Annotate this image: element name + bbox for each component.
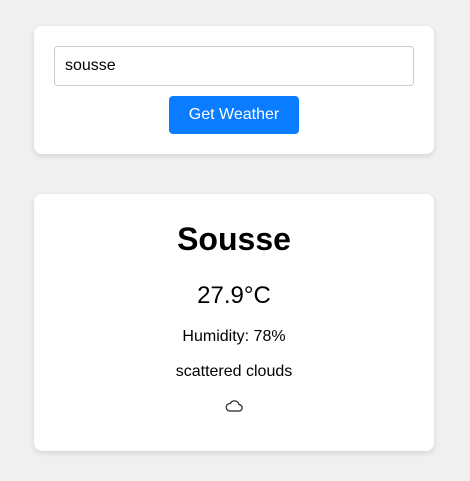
- humidity-value: Humidity: 78%: [182, 328, 286, 345]
- get-weather-button[interactable]: Get Weather: [169, 96, 299, 134]
- weather-icon-container: [34, 399, 434, 415]
- temperature-value: 27.9°C: [197, 282, 271, 309]
- cloud-icon: [225, 400, 243, 412]
- city-name: Sousse: [177, 221, 291, 257]
- city-search-input[interactable]: [54, 46, 414, 86]
- weather-card: Sousse 27.9°C Humidity: 78% scattered cl…: [34, 194, 434, 451]
- weather-description: scattered clouds: [175, 363, 293, 380]
- search-card: Get Weather: [34, 26, 434, 154]
